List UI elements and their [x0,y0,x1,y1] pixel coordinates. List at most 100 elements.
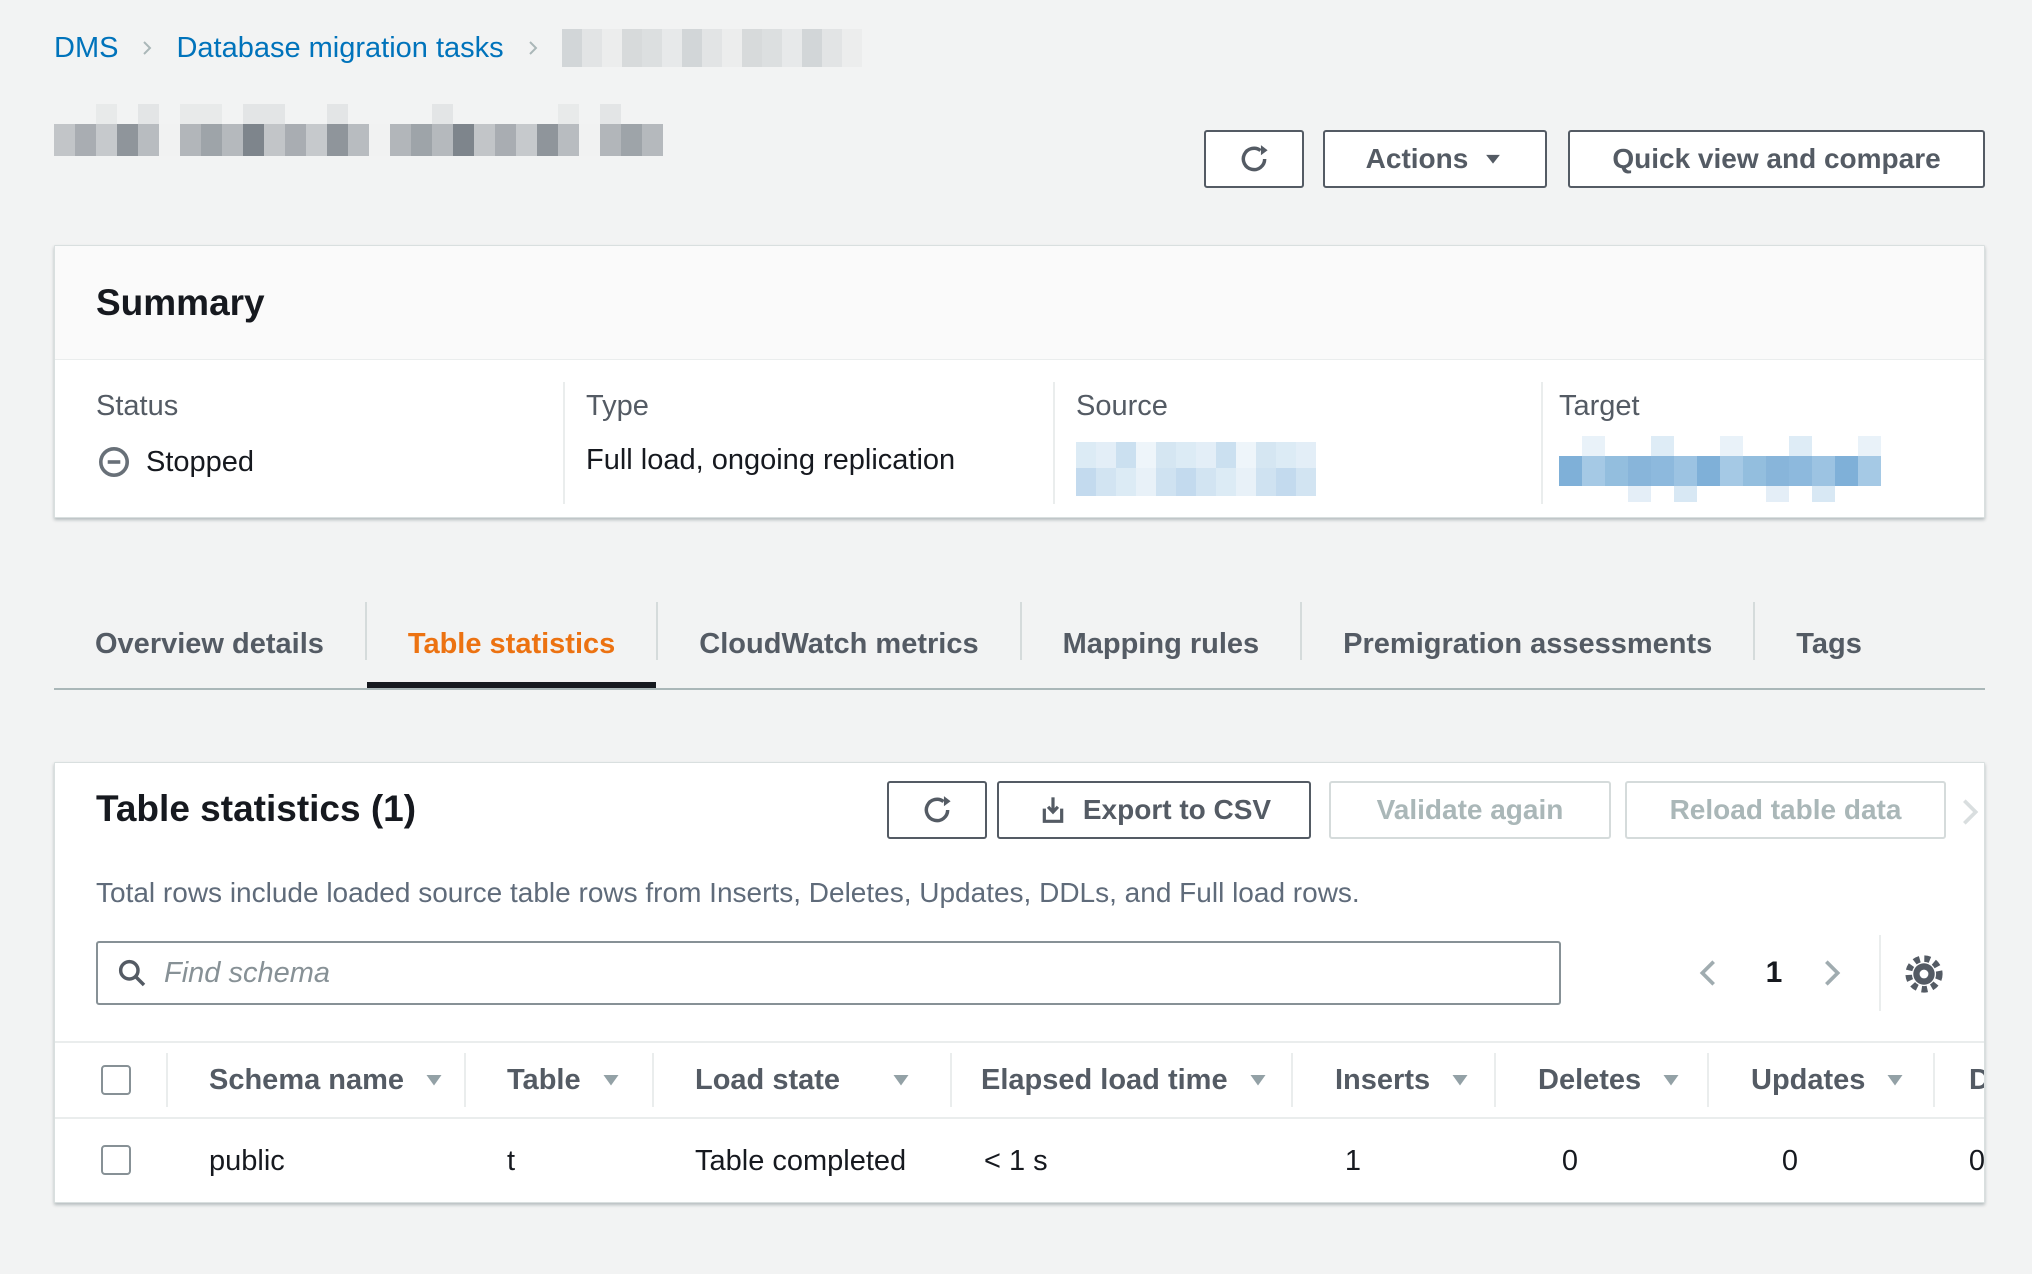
column-divider [1291,1053,1293,1107]
sort-icon [1659,1068,1683,1092]
chevron-right-icon [138,34,156,62]
status-label: Status [96,390,178,423]
search-input[interactable] [164,957,1541,990]
column-header-load-state[interactable]: Load state [695,1043,913,1117]
cell-deletes: 0 [1512,1119,1578,1203]
validate-again-button[interactable]: Validate again [1329,781,1611,839]
breadcrumb-link-dms[interactable]: DMS [54,32,118,65]
gear-icon[interactable] [1901,951,1947,997]
column-divider [464,1053,466,1107]
summary-card-header: Summary [55,246,1984,360]
table-statistics-description: Total rows include loaded source table r… [96,877,1360,909]
export-button-label: Export to CSV [1083,794,1271,826]
export-to-csv-button[interactable]: Export to CSV [997,781,1311,839]
column-header-elapsed-load-time[interactable]: Elapsed load time [981,1043,1257,1117]
cell-table: t [507,1119,515,1203]
redacted-page-title [54,104,663,156]
table-header-row: Schema name Table Load state Elapsed loa… [55,1041,1985,1119]
sort-icon [1246,1068,1270,1092]
reload-button-label: Reload table data [1670,794,1902,826]
select-all-checkbox[interactable] [101,1065,131,1095]
refresh-button[interactable] [1204,130,1304,188]
quick-view-and-compare-button[interactable]: Quick view and compare [1568,130,1985,188]
column-divider [1933,1053,1935,1107]
column-divider [1707,1053,1709,1107]
target-label: Target [1559,390,1640,423]
tab-overview-details[interactable]: Overview details [54,600,365,688]
column-label: D [1969,1064,1985,1097]
tab-table-statistics[interactable]: Table statistics [367,600,656,688]
column-divider [166,1053,168,1107]
source-label: Source [1076,390,1168,423]
sort-icon [422,1068,446,1092]
column-label: Elapsed load time [981,1064,1228,1097]
cell-load-state: Table completed [695,1119,906,1203]
reload-table-data-button[interactable]: Reload table data [1625,781,1946,839]
tab-bar: Overview details Table statistics CloudW… [54,600,1985,690]
summary-title: Summary [96,282,265,324]
column-divider [652,1053,654,1107]
pager-divider [1879,935,1881,1011]
table-row[interactable]: public t Table completed < 1 s 1 0 0 0 [55,1119,1985,1203]
refresh-icon [921,794,953,826]
column-divider [1494,1053,1496,1107]
redacted-source-endpoint [1076,442,1316,496]
actions-button-label: Actions [1366,143,1469,175]
column-header-schema-name[interactable]: Schema name [209,1043,446,1117]
redacted-target-endpoint [1559,436,1881,502]
chevron-right-icon [524,34,542,62]
column-header-inserts[interactable]: Inserts [1335,1043,1472,1117]
column-header-table[interactable]: Table [507,1043,623,1117]
validate-button-label: Validate again [1377,794,1564,826]
chevron-left-icon [1691,956,1725,990]
column-label: Table [507,1064,581,1097]
sort-icon [889,1068,913,1092]
type-value: Full load, ongoing replication [586,444,955,477]
cell-inserts: 1 [1295,1119,1361,1203]
stopped-icon [96,444,132,480]
status-text: Stopped [146,446,254,479]
summary-card: Summary Status Stopped Type Full load, o… [54,245,1985,518]
pagination-next-button[interactable] [1815,941,1849,1005]
column-header-clipped[interactable]: D [1969,1043,1985,1117]
cell-schema-name: public [209,1119,285,1203]
column-label: Load state [695,1064,840,1097]
summary-divider [563,382,565,504]
column-divider [950,1053,952,1107]
refresh-icon [1238,143,1270,175]
column-label: Updates [1751,1064,1865,1097]
caret-down-icon [1482,148,1504,170]
column-header-deletes[interactable]: Deletes [1538,1043,1683,1117]
tab-tags[interactable]: Tags [1755,600,1903,688]
column-header-updates[interactable]: Updates [1751,1043,1907,1117]
dms-task-page: DMS Database migration tasks Actions Qui… [0,0,2032,1274]
table-statistics-title: Table statistics (1) [96,779,416,839]
table-refresh-button[interactable] [887,781,987,839]
table-statistics-card: Table statistics (1) Export to CSV Valid… [54,762,1985,1203]
tab-premigration-assessments[interactable]: Premigration assessments [1302,600,1753,688]
summary-divider [1541,382,1543,504]
row-checkbox[interactable] [101,1145,131,1175]
scroll-right-hint-icon [1953,795,1985,829]
download-icon [1037,794,1069,826]
tab-cloudwatch-metrics[interactable]: CloudWatch metrics [658,600,1019,688]
pagination-current-page[interactable]: 1 [1757,941,1791,1005]
sort-icon [599,1068,623,1092]
breadcrumb-link-tasks[interactable]: Database migration tasks [176,32,503,65]
column-label: Deletes [1538,1064,1641,1097]
redacted-breadcrumb-task-name [562,29,862,67]
search-icon [116,957,148,989]
column-label: Inserts [1335,1064,1430,1097]
cell-clipped: 0 [1919,1119,1985,1203]
summary-body: Status Stopped Type Full load, ongoing r… [55,360,1984,517]
breadcrumb: DMS Database migration tasks [54,26,862,70]
pagination-previous-button[interactable] [1691,941,1725,1005]
tab-mapping-rules[interactable]: Mapping rules [1022,600,1301,688]
cell-elapsed-load-time: < 1 s [984,1119,1048,1203]
cell-updates: 0 [1732,1119,1798,1203]
sort-icon [1448,1068,1472,1092]
quick-view-button-label: Quick view and compare [1612,143,1940,175]
actions-button[interactable]: Actions [1323,130,1547,188]
column-label: Schema name [209,1064,404,1097]
type-label: Type [586,390,649,423]
